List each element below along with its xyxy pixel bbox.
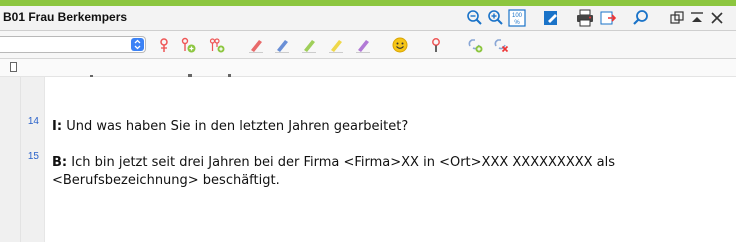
speaker-label: I: [52,119,63,134]
highlighter-blue-icon[interactable] [274,37,290,53]
paragraph-number: 15 [27,151,39,162]
edit-icon[interactable] [542,9,560,27]
paragraph-number: 14 [27,116,39,127]
print-icon[interactable] [576,9,594,27]
title-bar: B01 Frau Berkempers 100 % [0,6,736,31]
paragraph-text[interactable]: I: Und was haben Sie in den letzten Jahr… [52,118,408,136]
zoom-out-icon[interactable] [465,9,483,27]
coding-toolbar [0,31,736,59]
truncated-previous-line [90,74,231,77]
zoom-in-icon[interactable] [486,9,504,27]
link-remove-icon[interactable] [493,37,509,53]
speaker-label: B: [52,155,68,170]
link-add-icon[interactable] [467,37,483,53]
emoticon-icon[interactable] [392,37,408,53]
paragraph-line: <Berufsbezeichnung> beschäftigt. [52,173,280,188]
code-add-icon[interactable] [180,37,196,53]
export-icon[interactable] [599,9,617,27]
svg-text:%: % [514,20,520,26]
paragraph-line: Und was haben Sie in den letzten Jahren … [66,119,409,134]
highlighter-yellow-icon[interactable] [328,37,344,53]
symbol-pin-icon[interactable] [428,37,444,53]
search-icon[interactable] [632,9,650,27]
select-stepper-icon[interactable] [131,38,144,51]
close-icon[interactable] [708,9,726,27]
gutter-edge [44,77,45,242]
document-icon [10,62,17,72]
restore-window-icon[interactable] [668,9,686,27]
code-pin-icon[interactable] [156,37,172,53]
zoom-100-icon[interactable]: 100 % [508,9,526,27]
paragraph-line: Ich bin jetzt seit drei Jahren bei der F… [71,155,616,170]
document-title: B01 Frau Berkempers [3,10,128,24]
highlighter-purple-icon[interactable] [355,37,371,53]
zoom-100-label: 100 [512,13,523,19]
code-multi-add-icon[interactable] [209,37,225,53]
paragraph-text-continued[interactable]: <Berufsbezeichnung> beschäftigt. [52,172,280,190]
paragraph-text[interactable]: B: Ich bin jetzt seit drei Jahren bei de… [52,154,615,172]
highlighter-red-icon[interactable] [248,37,264,53]
highlighter-green-icon[interactable] [301,37,317,53]
code-select[interactable] [0,36,146,53]
collapse-icon[interactable] [688,9,706,27]
